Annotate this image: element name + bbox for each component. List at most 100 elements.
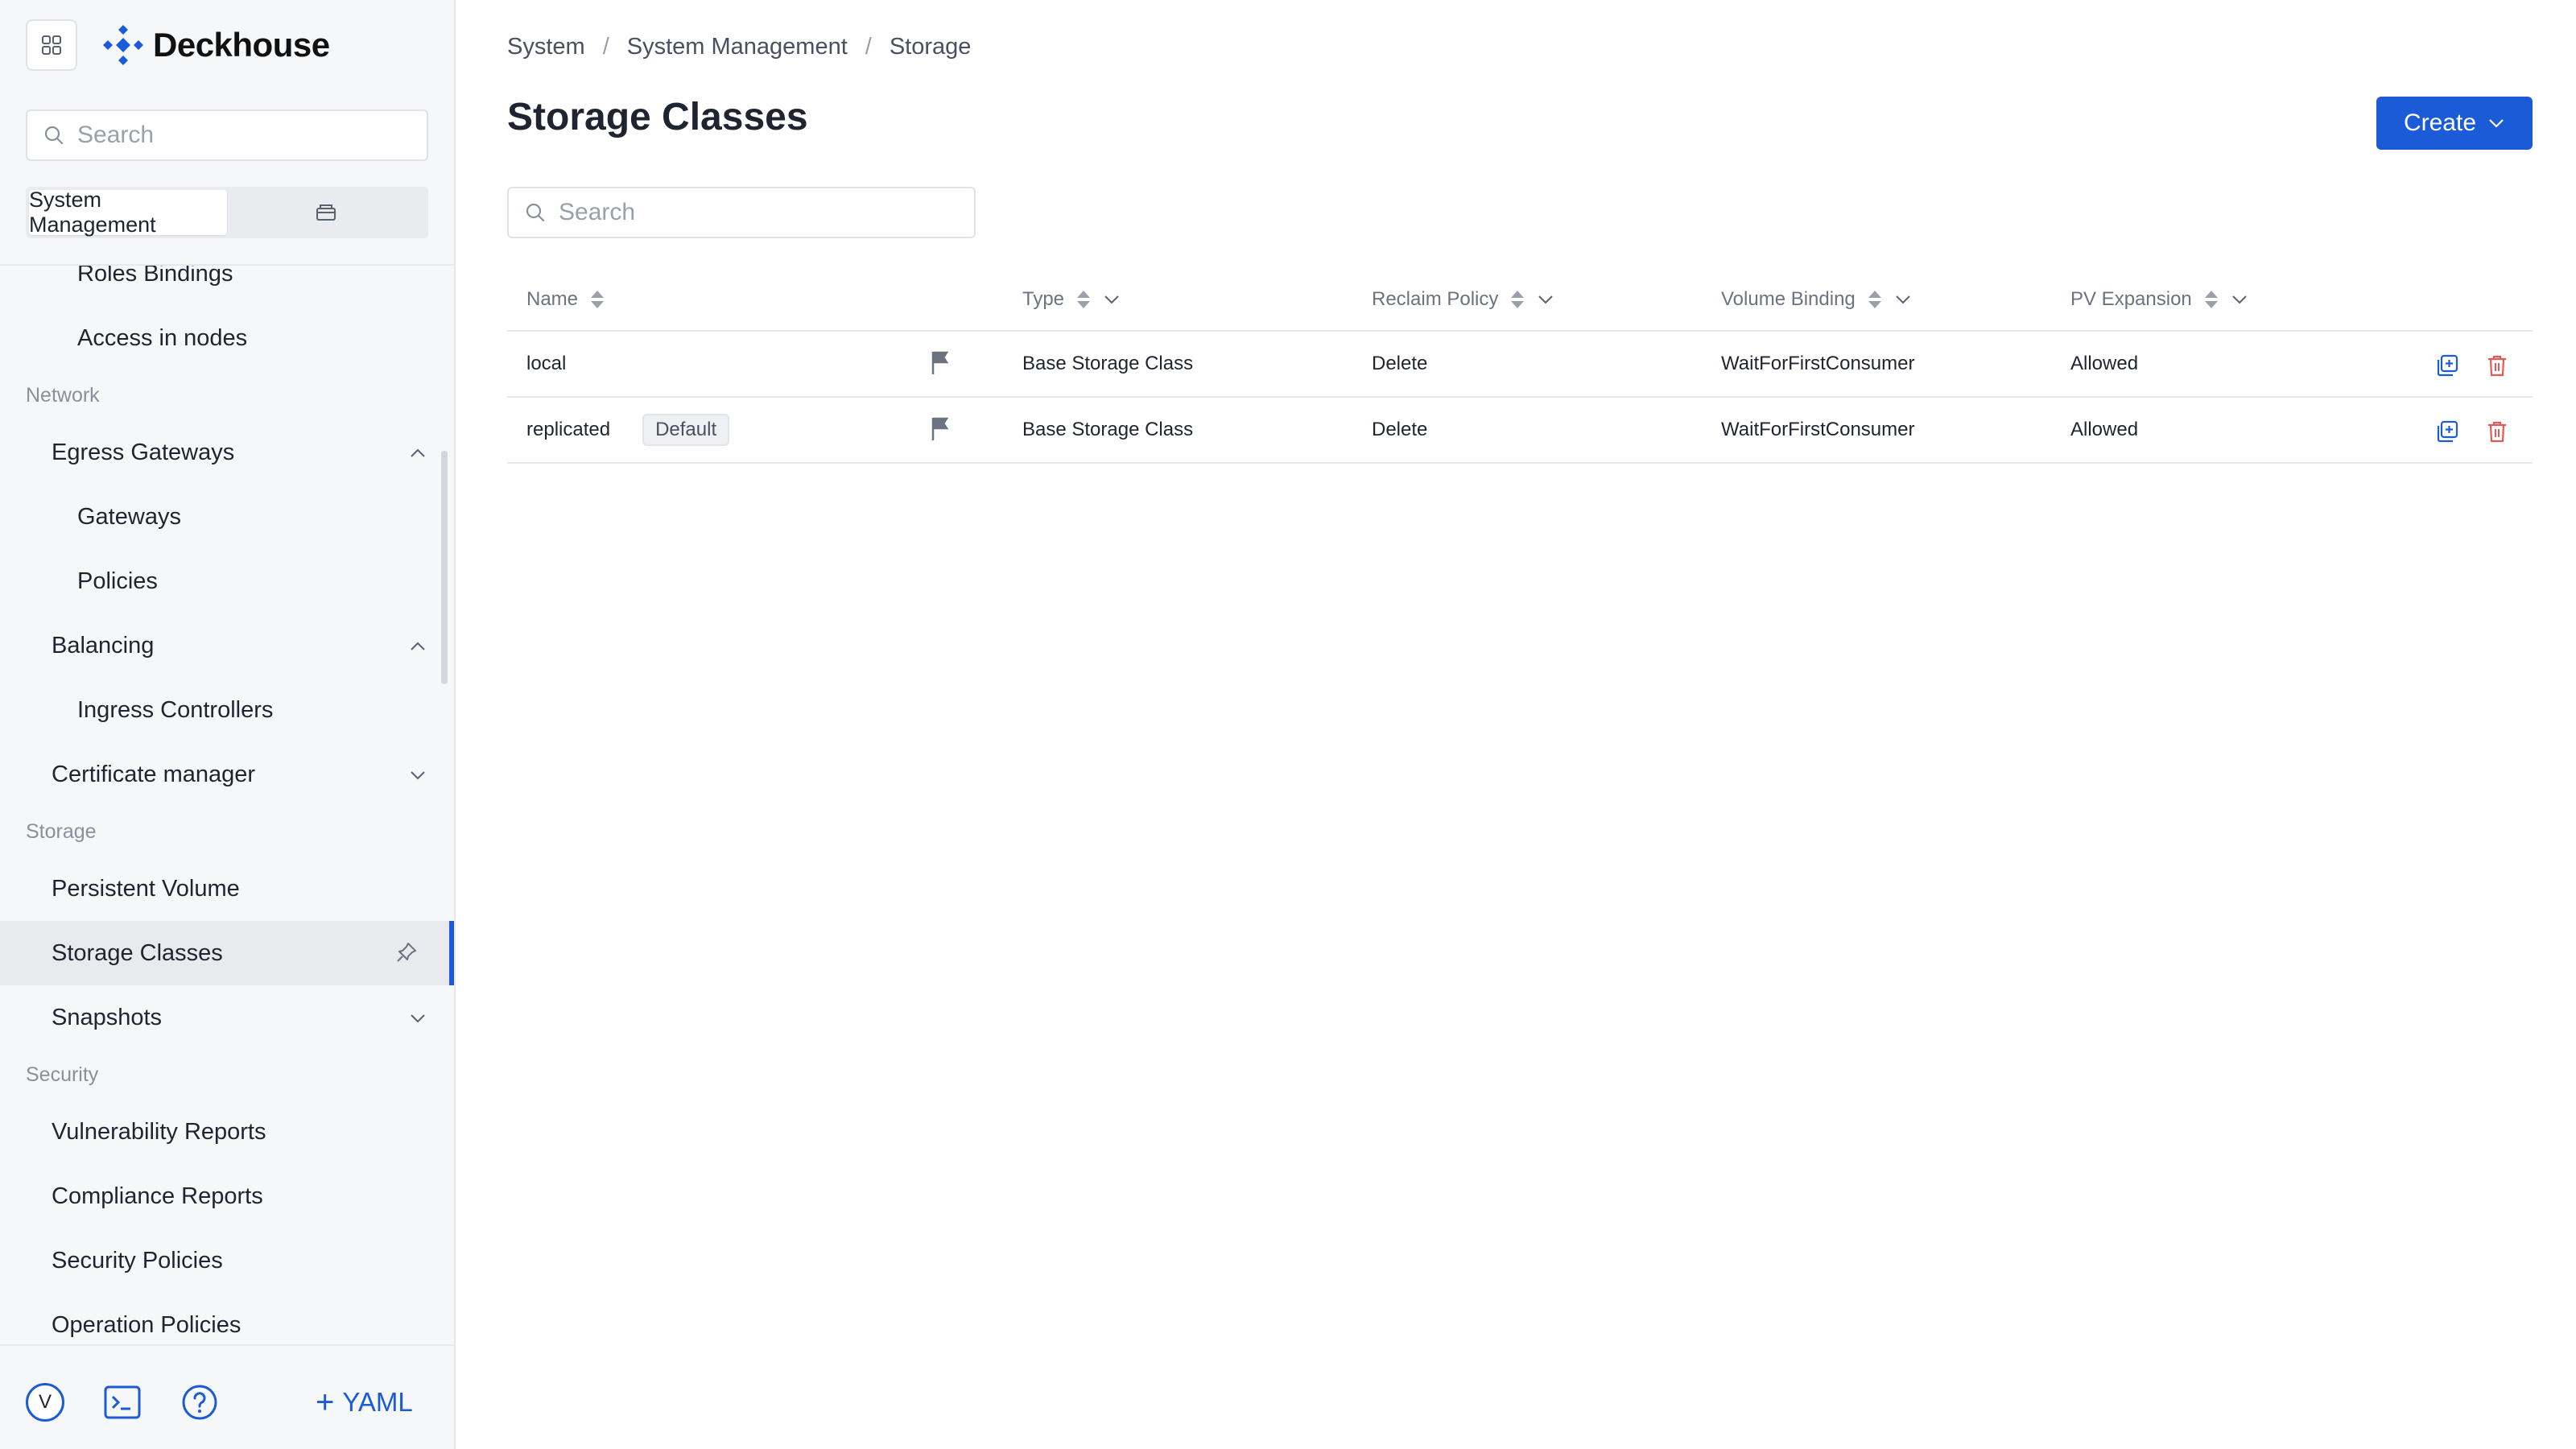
- sidebar-item-storage-classes[interactable]: Storage Classes: [0, 921, 454, 985]
- sort-icon: [1511, 291, 1525, 308]
- sidebar-item-balancing[interactable]: Balancing: [0, 613, 454, 678]
- column-header-pv-expansion[interactable]: PV Expansion: [2070, 267, 2248, 332]
- sidebar-item-label: Access in nodes: [77, 324, 248, 351]
- sidebar-item-roles-bindings[interactable]: Roles Bindings: [0, 266, 454, 306]
- nav-section-network: Network: [26, 383, 100, 407]
- sidebar-item-label: Security Policies: [52, 1247, 223, 1274]
- sidebar-item-label: Egress Gateways: [52, 439, 235, 465]
- sidebar-item-label: Compliance Reports: [52, 1183, 263, 1209]
- plus-icon: +: [316, 1385, 335, 1420]
- sidebar-search: [26, 109, 428, 161]
- sidebar-nav-list: Roles Bindings Access in nodes Network Egre…: [0, 266, 454, 1344]
- search-icon: [526, 203, 545, 222]
- table-search-input[interactable]: [559, 199, 881, 226]
- breadcrumb-item-system[interactable]: System: [507, 34, 585, 60]
- sidebar-item-label: Policies: [77, 568, 158, 594]
- sidebar-item-label: Certificate manager: [52, 761, 256, 787]
- sidebar-item-vulnerability-reports[interactable]: Vulnerability Reports: [0, 1100, 454, 1164]
- sort-icon: [1077, 291, 1091, 308]
- sidebar-item-label: Balancing: [52, 632, 155, 658]
- duplicate-icon[interactable]: [2434, 353, 2460, 378]
- sidebar-search-input[interactable]: [77, 122, 399, 149]
- cell-expansion: Allowed: [2070, 419, 2139, 440]
- breadcrumb-item-system-management[interactable]: System Management: [627, 34, 848, 60]
- chevron-down-icon[interactable]: [409, 1009, 427, 1027]
- column-header-label: Type: [1022, 288, 1065, 310]
- sidebar-item-label: Snapshots: [52, 1004, 163, 1030]
- breadcrumb-separator: /: [865, 34, 872, 60]
- filter-chevron-down-icon[interactable]: [1537, 294, 1554, 305]
- table-row[interactable]: local Base Storage Class Delete WaitForFirs…: [507, 332, 2533, 398]
- cell-type: Base Storage Class: [1022, 419, 1194, 440]
- sidebar-item-compliance-reports[interactable]: Compliance Reports: [0, 1164, 454, 1228]
- table-search: [507, 187, 976, 238]
- column-header-label: PV Expansion: [2070, 288, 2192, 310]
- storage-class-name[interactable]: replicated: [526, 419, 610, 441]
- column-header-label: Volume Binding: [1721, 288, 1856, 310]
- sidebar-item-access-in-nodes[interactable]: Access in nodes: [0, 306, 454, 370]
- sidebar-item-gateways[interactable]: Gateways: [0, 485, 454, 549]
- sidebar-item-persistent-volume[interactable]: Persistent Volume: [0, 857, 454, 921]
- sidebar-item-ingress-controllers[interactable]: Ingress Controllers: [0, 678, 454, 742]
- segment-system-management[interactable]: System Management: [29, 188, 227, 237]
- sidebar-item-label: Storage Classes: [52, 939, 223, 966]
- sidebar: Deckhouse System Management Roles Bindin…: [0, 0, 456, 1449]
- segment-storage[interactable]: [227, 190, 425, 235]
- logo[interactable]: Deckhouse: [101, 21, 330, 69]
- breadcrumb-item-storage[interactable]: Storage: [890, 34, 972, 60]
- duplicate-icon[interactable]: [2434, 419, 2460, 444]
- table-row[interactable]: replicated Default Base Storage Class Delet…: [507, 398, 2533, 464]
- chevron-down-icon[interactable]: [409, 766, 427, 784]
- chevron-up-icon[interactable]: [409, 638, 427, 655]
- pin-icon[interactable]: [394, 940, 419, 964]
- user-avatar[interactable]: V: [26, 1383, 64, 1422]
- filter-chevron-down-icon[interactable]: [1894, 294, 1912, 305]
- sidebar-item-security-policies[interactable]: Security Policies: [0, 1228, 454, 1293]
- sidebar-item-certificate-manager[interactable]: Certificate manager: [0, 742, 454, 807]
- chevron-up-icon[interactable]: [409, 444, 427, 462]
- sidebar-footer: V + YAML: [0, 1344, 454, 1449]
- table-header: Name Type Reclaim Policy Volume Binding: [507, 267, 2533, 332]
- table-body: local Base Storage Class Delete WaitForFirs…: [507, 332, 2533, 464]
- logo-text: Deckhouse: [153, 26, 330, 64]
- storage-class-name[interactable]: local: [526, 353, 566, 375]
- column-header-type[interactable]: Type: [1022, 267, 1121, 332]
- column-header-reclaim-policy[interactable]: Reclaim Policy: [1372, 267, 1554, 332]
- flag-icon[interactable]: [929, 349, 952, 377]
- nav-section-security: Security: [26, 1063, 99, 1086]
- apps-grid-button[interactable]: [26, 19, 77, 71]
- filter-chevron-down-icon[interactable]: [1103, 294, 1121, 305]
- filter-chevron-down-icon[interactable]: [2231, 294, 2248, 305]
- app-root: Deckhouse System Management Roles Bindin…: [0, 0, 2576, 1449]
- delete-icon[interactable]: [2484, 353, 2510, 378]
- chevron-down-icon: [2489, 119, 2504, 128]
- sidebar-item-label: Operation Policies: [52, 1311, 242, 1338]
- create-button-label: Create: [2403, 109, 2477, 136]
- deckhouse-logo-icon: [103, 25, 143, 65]
- terminal-icon[interactable]: [103, 1383, 142, 1422]
- add-yaml-button[interactable]: + YAML: [316, 1381, 413, 1423]
- flag-icon[interactable]: [929, 415, 952, 443]
- column-header-label: Reclaim Policy: [1372, 288, 1499, 310]
- page-title: Storage Classes: [507, 96, 808, 138]
- box-icon: [316, 204, 336, 221]
- storage-classes-table: Name Type Reclaim Policy Volume Binding: [507, 267, 2533, 464]
- main-content: System / System Management / Storage Sto…: [456, 0, 2576, 1449]
- sidebar-item-snapshots[interactable]: Snapshots: [0, 985, 454, 1050]
- sidebar-scrollbar[interactable]: [441, 451, 448, 684]
- yaml-label: YAML: [342, 1387, 413, 1417]
- sidebar-item-operation-policies[interactable]: Operation Policies: [0, 1293, 454, 1344]
- default-badge: Default: [642, 414, 730, 446]
- delete-icon[interactable]: [2484, 419, 2510, 444]
- help-icon[interactable]: [180, 1383, 219, 1422]
- column-header-name[interactable]: Name: [526, 267, 605, 332]
- sidebar-item-label: Roles Bindings: [77, 266, 233, 287]
- column-header-volume-binding[interactable]: Volume Binding: [1721, 267, 1912, 332]
- context-switcher: System Management: [26, 187, 428, 238]
- create-button[interactable]: Create: [2376, 97, 2533, 150]
- sidebar-item-egress-gateways[interactable]: Egress Gateways: [0, 420, 454, 485]
- sidebar-item-policies[interactable]: Policies: [0, 549, 454, 613]
- cell-type: Base Storage Class: [1022, 353, 1194, 374]
- cell-reclaim: Delete: [1372, 353, 1428, 374]
- cell-binding: WaitForFirstConsumer: [1721, 353, 1915, 374]
